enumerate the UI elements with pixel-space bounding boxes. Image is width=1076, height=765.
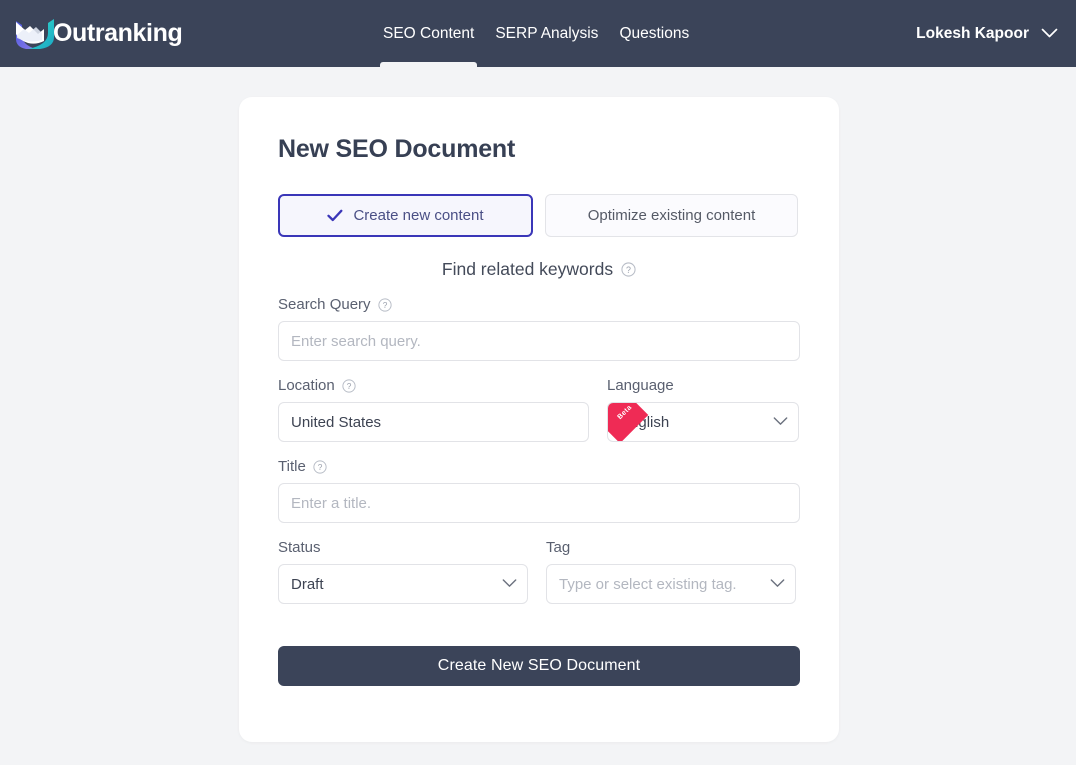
nav-item-questions[interactable]: Questions xyxy=(616,0,692,67)
title-field: Title ? xyxy=(278,458,800,523)
outranking-logo-icon xyxy=(14,17,56,51)
nav-item-label: Questions xyxy=(619,25,690,42)
language-select[interactable]: Beta English xyxy=(607,402,799,442)
location-input[interactable] xyxy=(278,402,589,442)
nav-item-label: SEO Content xyxy=(383,25,475,42)
tag-select[interactable]: Type or select existing tag. xyxy=(546,564,796,604)
create-new-content-button[interactable]: Create new content xyxy=(278,194,533,237)
status-tag-row: Status Draft Tag Type or select existing… xyxy=(278,539,800,604)
title-label-row: Title ? xyxy=(278,458,800,475)
location-field: Location ? xyxy=(278,377,589,442)
search-query-label-row: Search Query ? xyxy=(278,296,800,313)
user-name-label: Lokesh Kapoor xyxy=(916,24,1029,42)
brand-name: Outranking xyxy=(53,19,183,47)
optimize-existing-content-button[interactable]: Optimize existing content xyxy=(545,194,798,237)
language-label-row: Language xyxy=(607,377,799,394)
optimize-existing-content-label: Optimize existing content xyxy=(587,207,756,224)
main-nav: SEO Content SERP Analysis Questions xyxy=(380,0,692,67)
location-label: Location xyxy=(278,377,335,394)
svg-text:?: ? xyxy=(626,265,631,275)
language-field: Language Beta English xyxy=(607,377,799,442)
question-circle-icon[interactable]: ? xyxy=(621,262,636,277)
question-circle-icon[interactable]: ? xyxy=(313,459,327,474)
create-new-content-label: Create new content xyxy=(353,207,484,224)
nav-item-serp-analysis[interactable]: SERP Analysis xyxy=(492,0,601,67)
nav-item-label: SERP Analysis xyxy=(495,25,599,42)
language-select-value: English xyxy=(620,413,670,431)
brand-logo[interactable]: Outranking xyxy=(14,14,183,54)
language-label: Language xyxy=(607,377,674,394)
search-query-field: Search Query ? xyxy=(278,296,800,361)
section-heading-label: Find related keywords xyxy=(441,259,614,279)
check-icon xyxy=(327,209,343,222)
chevron-down-icon xyxy=(773,414,788,431)
location-label-row: Location ? xyxy=(278,377,589,394)
status-field: Status Draft xyxy=(278,539,528,604)
tag-placeholder: Type or select existing tag. xyxy=(559,575,737,593)
search-query-label: Search Query xyxy=(278,296,371,313)
tag-field: Tag Type or select existing tag. xyxy=(546,539,796,604)
chevron-down-icon xyxy=(770,576,785,593)
status-label-row: Status xyxy=(278,539,528,556)
status-select[interactable]: Draft xyxy=(278,564,528,604)
title-label: Title xyxy=(278,458,306,475)
page-title: New SEO Document xyxy=(278,135,516,163)
page-body: New SEO Document Create new content Opti… xyxy=(0,67,1076,765)
status-label: Status xyxy=(278,539,321,556)
status-select-value: Draft xyxy=(291,575,324,593)
svg-text:?: ? xyxy=(346,381,351,391)
new-seo-document-card: New SEO Document Create new content Opti… xyxy=(239,97,839,742)
tag-label-row: Tag xyxy=(546,539,796,556)
title-input[interactable] xyxy=(278,483,800,523)
create-new-seo-document-button[interactable]: Create New SEO Document xyxy=(278,646,800,686)
svg-text:?: ? xyxy=(317,462,322,472)
chevron-down-icon xyxy=(502,576,517,593)
search-query-input[interactable] xyxy=(278,321,800,361)
location-language-row: Location ? Language xyxy=(278,377,800,442)
chevron-down-icon xyxy=(1041,28,1058,39)
svg-text:?: ? xyxy=(382,300,387,310)
question-circle-icon[interactable]: ? xyxy=(377,297,392,312)
question-circle-icon[interactable]: ? xyxy=(342,378,356,393)
user-menu[interactable]: Lokesh Kapoor xyxy=(916,0,1058,67)
tag-label: Tag xyxy=(546,539,571,556)
mode-toggle-group: Create new content Optimize existing con… xyxy=(278,194,800,237)
nav-item-seo-content[interactable]: SEO Content xyxy=(380,0,478,67)
section-heading: Find related keywords ? xyxy=(278,259,800,280)
app-header: Outranking SEO Content SERP Analysis Que… xyxy=(0,0,1076,67)
